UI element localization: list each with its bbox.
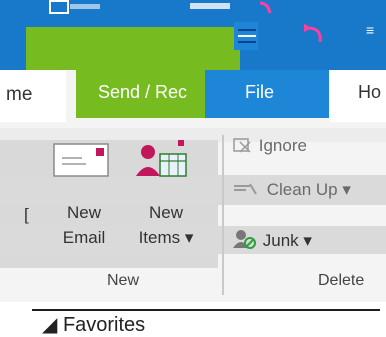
partial-button-label: [ (24, 205, 29, 224)
new-email-line-2: Email (62, 228, 106, 247)
favorites-header[interactable]: ◢ Favorites (42, 312, 145, 337)
tab-home-partial-label: Ho (358, 82, 382, 102)
clean-up-button[interactable]: Clean Up ▾ (232, 180, 351, 200)
tab-file-label: File (245, 82, 275, 102)
ignore-button[interactable]: Ignore (232, 136, 307, 156)
ignore-label: Ignore (258, 136, 307, 155)
ignore-icon (233, 138, 251, 153)
blurred-icon (190, 3, 230, 9)
tab-home-partial[interactable]: Ho (330, 70, 386, 122)
group-label-new: New (106, 272, 139, 289)
tab-send-receive[interactable]: Send / Rec (76, 70, 206, 118)
new-email-icon (53, 143, 109, 177)
clean-up-icon (234, 183, 257, 195)
tab-home-label: me (6, 84, 33, 105)
favorites-divider (32, 309, 380, 311)
new-items-icon (136, 140, 187, 177)
quick-access-toolbar (49, 0, 272, 14)
clean-up-label: Clean Up ▾ (266, 180, 351, 199)
blurred-icon (70, 4, 100, 9)
new-items-line-2: Items ▾ (138, 228, 194, 247)
highlight-overlay (26, 27, 314, 70)
new-email-button[interactable]: New Email (54, 200, 114, 250)
customize-qat-icon[interactable]: ≡ (366, 22, 374, 38)
junk-button[interactable]: Junk ▾ (232, 228, 312, 251)
group-divider (222, 135, 224, 295)
new-items-line-1: New (148, 203, 183, 222)
undo-arrow-icon[interactable] (304, 24, 322, 43)
undo-icon[interactable] (259, 1, 272, 14)
junk-label: Junk ▾ (262, 231, 312, 250)
junk-icon (233, 230, 256, 249)
send-receive-all-icon[interactable] (49, 0, 69, 14)
new-items-button[interactable]: New Items ▾ (126, 200, 206, 250)
tab-file[interactable]: File (205, 70, 329, 118)
quick-access-icons-row (242, 29, 314, 45)
tab-send-receive-label: Send / Rec (98, 82, 188, 102)
list-icon[interactable] (234, 22, 258, 50)
group-label-delete: Delete (318, 272, 365, 289)
qat-right-icons (234, 22, 322, 50)
tab-home[interactable]: me (0, 70, 66, 122)
new-email-line-1: New (66, 203, 101, 222)
